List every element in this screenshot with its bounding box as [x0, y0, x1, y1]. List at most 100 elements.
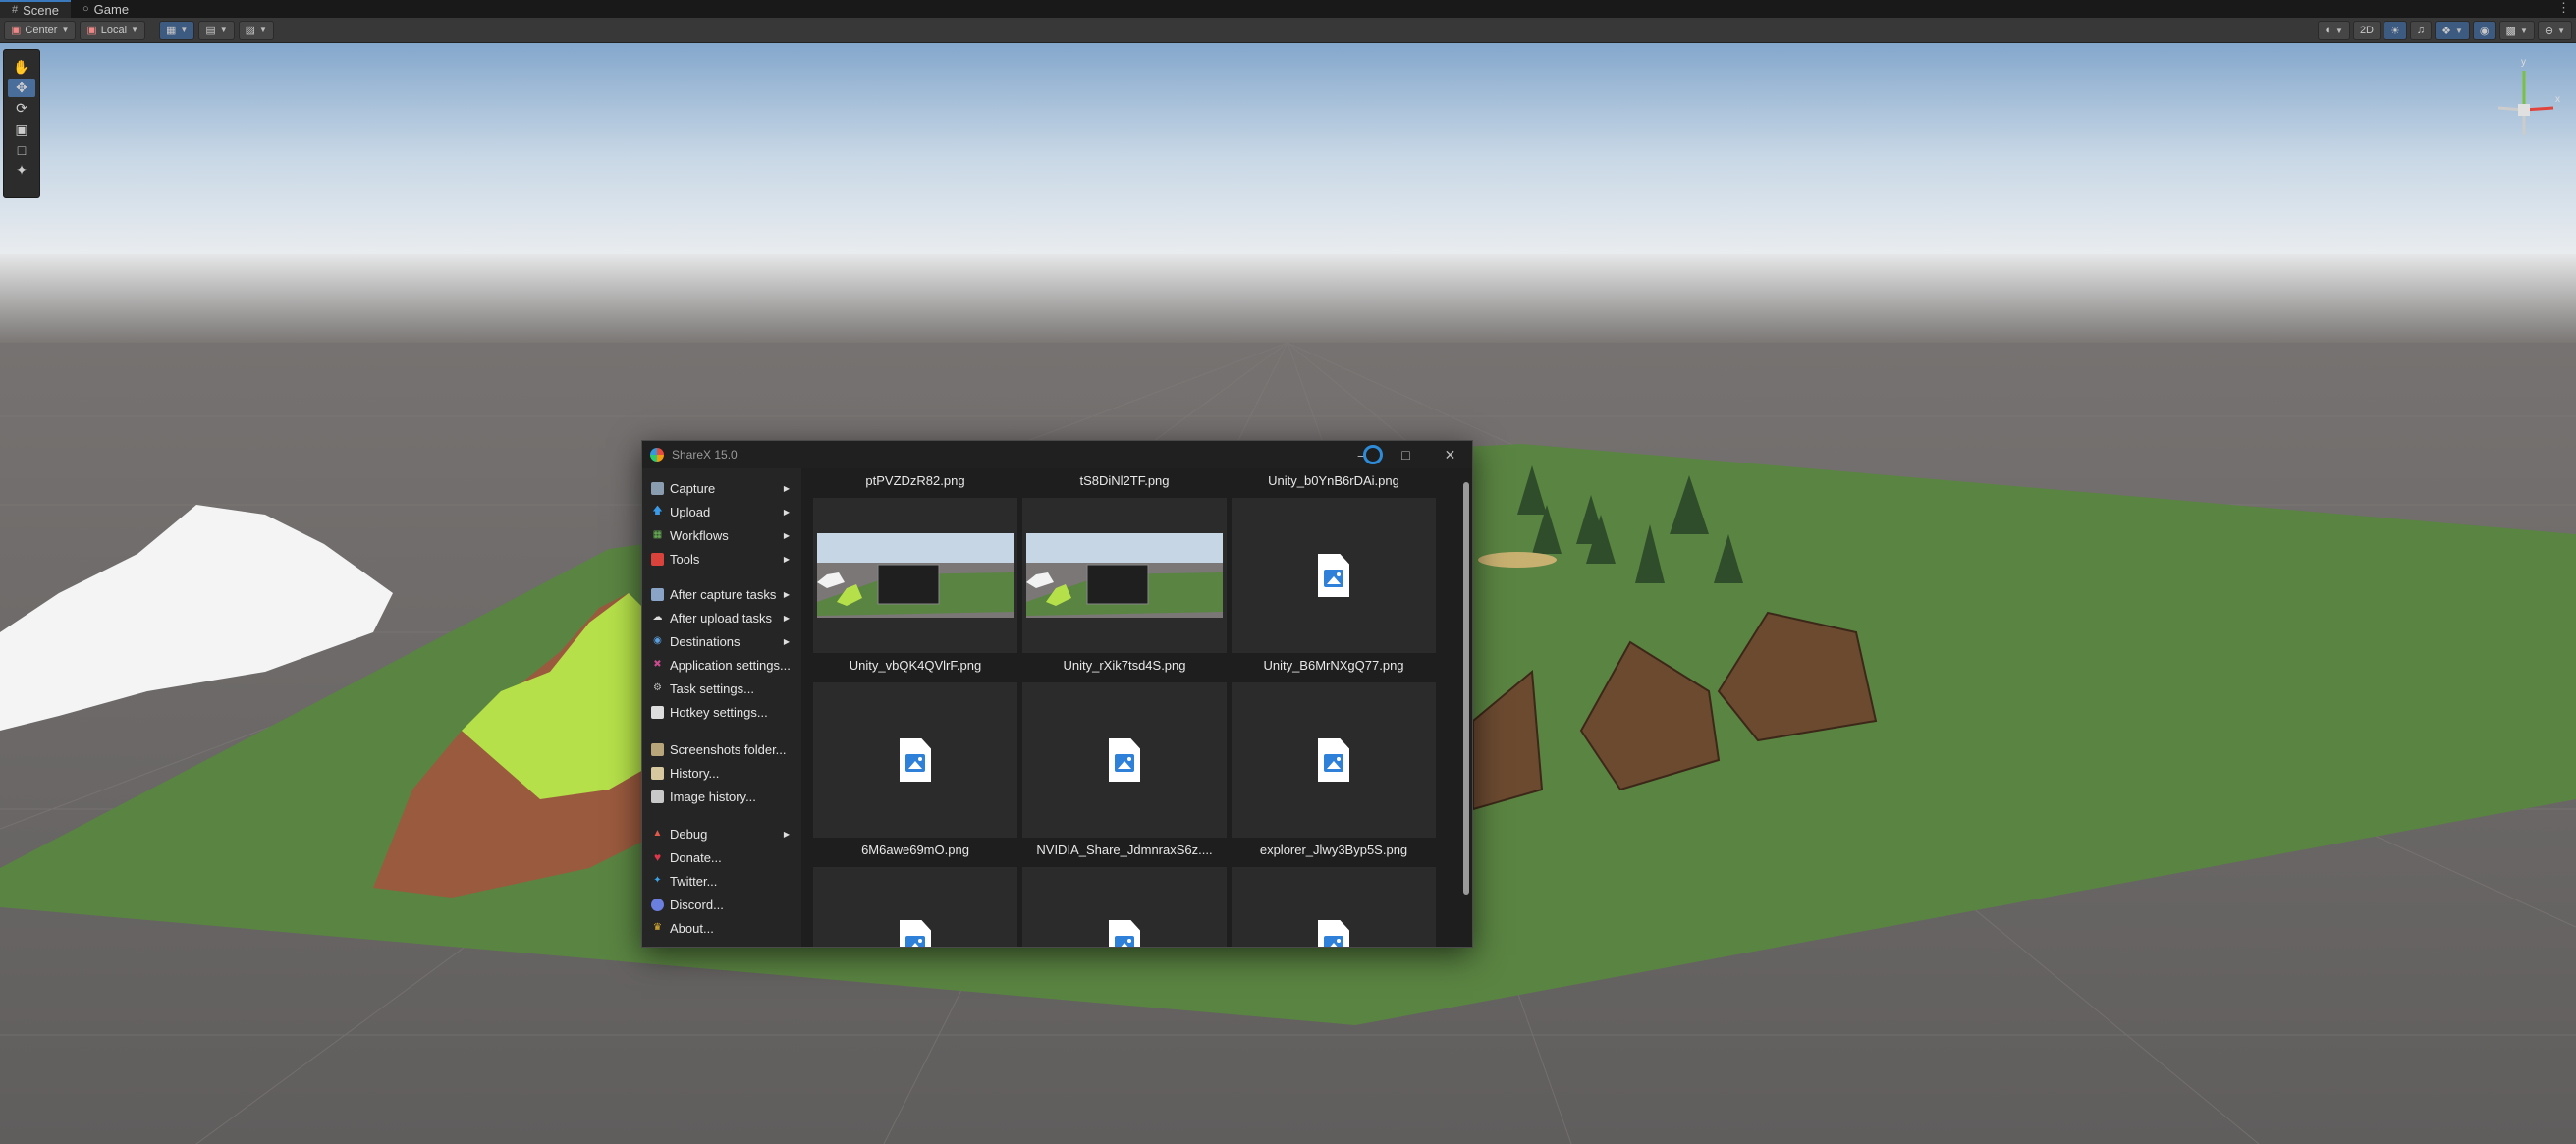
history-item[interactable]: tS8DiNl2TF.png — [1022, 473, 1227, 653]
history-item[interactable]: 6M6awe69mO.png — [813, 843, 1017, 947]
close-button[interactable]: ✕ — [1428, 441, 1472, 468]
audio-toggle-button[interactable]: ♫ — [2409, 21, 2433, 40]
menu-item-tools[interactable]: Tools ▶ — [642, 547, 801, 571]
menu-item-destinations[interactable]: ◉ Destinations ▶ — [642, 629, 801, 653]
thumbnail-image — [817, 533, 1014, 618]
file-thumbnail[interactable] — [1232, 867, 1436, 947]
menu-item-donate[interactable]: ♥ Donate... — [642, 845, 801, 869]
camera-settings-button[interactable]: ▩ ▼ — [2498, 21, 2535, 40]
menu-item-label: After upload tasks — [670, 610, 773, 626]
task-settings-icon: ⚙ — [653, 682, 662, 693]
tab-game[interactable]: ○ Game — [71, 0, 140, 18]
gizmos-button[interactable]: ⊕ ▼ — [2537, 21, 2572, 40]
history-item[interactable]: Unity_vbQK4QVlrF.png — [813, 658, 1017, 838]
tab-scene[interactable]: # Scene — [0, 0, 71, 18]
grid-snap-button[interactable]: ▦ ▼ — [158, 20, 195, 40]
history-item[interactable]: Unity_B6MrNXgQ77.png — [1232, 658, 1436, 838]
menu-item-task-settings[interactable]: ⚙ Task settings... — [642, 677, 801, 700]
effects-toggle-button[interactable]: ❖ ▼ — [2435, 21, 2470, 40]
rotate-tool[interactable]: ⟳ — [8, 99, 35, 118]
grid-visibility-button[interactable]: ▨ ▼ — [238, 20, 274, 40]
menu-item-image-history[interactable]: Image history... — [642, 785, 801, 808]
file-name: ptPVZDzR82.png — [865, 473, 965, 488]
after-upload-icon: ☁ — [652, 612, 663, 623]
toggle-2d-button[interactable]: 2D — [2352, 21, 2381, 40]
menu-item-debug[interactable]: ▲ Debug ▶ — [642, 822, 801, 845]
move-icon: ✥ — [16, 80, 27, 95]
menu-item-twitter[interactable]: ✦ Twitter... — [642, 869, 801, 893]
destinations-icon: ◉ — [653, 635, 662, 646]
space-label: Local — [100, 24, 128, 36]
menu-item-label: Screenshots folder... — [670, 741, 787, 757]
submenu-arrow-icon: ▶ — [783, 554, 790, 564]
image-history-icon — [651, 790, 664, 803]
pivot-label: Center — [25, 24, 58, 36]
menu-item-label: Destinations — [670, 633, 740, 649]
pivot-dropdown[interactable]: ▣ Center ▼ — [4, 20, 77, 40]
sharex-logo-icon — [650, 448, 664, 462]
menu-item-history[interactable]: History... — [642, 761, 801, 785]
menu-item-discord[interactable]: Discord... — [642, 893, 801, 916]
scrollbar[interactable] — [1463, 472, 1469, 944]
rect-icon: □ — [17, 141, 27, 158]
history-item[interactable]: Unity_b0YnB6rDAi.png — [1232, 473, 1436, 653]
hand-icon: ✋ — [13, 59, 30, 75]
file-thumbnail[interactable] — [1232, 682, 1436, 838]
menu-item-label: Workflows — [670, 527, 729, 543]
history-item[interactable]: NVIDIA_Share_JdmnraxS6z.... — [1022, 843, 1227, 947]
sharex-title: ShareX 15.0 — [672, 448, 738, 462]
draw-mode-button[interactable]: ◐ ▼ — [2318, 21, 2350, 40]
transform-tool[interactable]: ✦ — [8, 161, 35, 180]
gizmo-y-label: y — [2521, 57, 2526, 68]
scene-toolbar: ▣ Center ▼ ▣ Local ▼ ▦ ▼ ▤ ▼ ▨ ▼ ◐ ▼ 2D ☀… — [0, 18, 2576, 43]
submenu-arrow-icon: ▶ — [783, 613, 790, 623]
scrollbar-thumb[interactable] — [1463, 482, 1469, 895]
image-file-icon — [900, 920, 931, 947]
scale-tool[interactable]: ▣ — [8, 120, 35, 138]
space-dropdown[interactable]: ▣ Local ▼ — [80, 20, 145, 40]
file-thumbnail[interactable] — [1022, 682, 1227, 838]
menu-item-upload[interactable]: 🡅 Upload ▶ — [642, 500, 801, 523]
history-item[interactable]: explorer_Jlwy3Byp5S.png — [1232, 843, 1436, 947]
lighting-toggle-button[interactable]: ☀ — [2384, 21, 2407, 40]
file-thumbnail[interactable] — [813, 867, 1017, 947]
screenshot-thumbnail[interactable] — [1022, 498, 1227, 653]
file-thumbnail[interactable] — [813, 682, 1017, 838]
file-thumbnail[interactable] — [1232, 498, 1436, 653]
shading-icon: ◐ — [2325, 25, 2332, 36]
menu-item-screenshots-folder[interactable]: Screenshots folder... — [642, 737, 801, 761]
view-options-toolbar: ◐ ▼ 2D ☀ ♫ ❖ ▼ ◉ ▩ ▼ ⊕ ▼ — [2318, 21, 2572, 40]
tab-menu-icon[interactable]: ⋮ — [2557, 0, 2570, 16]
rect-tool[interactable]: □ — [8, 140, 35, 159]
orientation-gizmo[interactable]: y x — [2485, 51, 2563, 159]
grid-icon: # — [12, 4, 19, 16]
menu-item-workflows[interactable]: ▦ Workflows ▶ — [642, 523, 801, 547]
tab-game-label: Game — [93, 1, 130, 17]
snap-icon: ▤ — [205, 25, 216, 36]
hand-tool[interactable]: ✋ — [8, 58, 35, 77]
camera-icon: ▩ — [2505, 25, 2516, 37]
menu-item-hotkey-settings[interactable]: Hotkey settings... — [642, 700, 801, 724]
lightbulb-icon: ☀ — [2390, 25, 2400, 37]
menu-item-about[interactable]: ♛ About... — [642, 916, 801, 940]
screenshot-thumbnail[interactable] — [813, 498, 1017, 653]
menu-item-application-settings[interactable]: ✖ Application settings... — [642, 653, 801, 677]
menu-item-capture[interactable]: Capture ▶ — [642, 476, 801, 500]
file-name: 6M6awe69mO.png — [861, 843, 969, 857]
history-item[interactable]: ptPVZDzR82.png — [813, 473, 1017, 653]
menu-item-after-capture-tasks[interactable]: After capture tasks ▶ — [642, 582, 801, 606]
scale-icon: ▣ — [15, 121, 28, 136]
increment-snap-button[interactable]: ▤ ▼ — [198, 20, 235, 40]
file-name: Unity_rXik7tsd4S.png — [1063, 658, 1186, 673]
menu-item-label: About... — [670, 920, 714, 936]
maximize-button[interactable]: □ — [1384, 441, 1428, 468]
menu-item-after-upload-tasks[interactable]: ☁ After upload tasks ▶ — [642, 606, 801, 629]
sharex-title-bar[interactable]: ShareX 15.0 – □ ✕ — [642, 441, 1472, 468]
history-item[interactable]: Unity_rXik7tsd4S.png — [1022, 658, 1227, 838]
move-tool[interactable]: ✥ — [8, 79, 35, 97]
scene-visibility-button[interactable]: ◉ — [2472, 21, 2496, 40]
file-thumbnail[interactable] — [1022, 867, 1227, 947]
image-file-icon — [900, 738, 931, 782]
gamepad-icon: ○ — [82, 3, 89, 15]
platform — [1478, 552, 1557, 568]
